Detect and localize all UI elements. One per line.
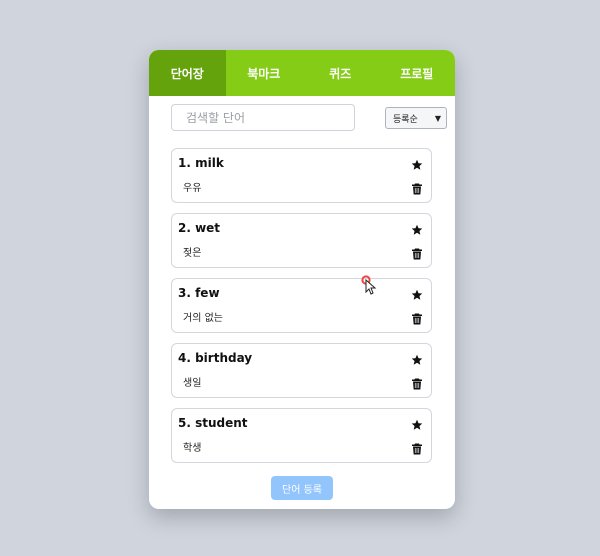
tab-quiz[interactable]: 퀴즈 [302,50,379,96]
word-title: 3. few [178,286,220,300]
trash-icon[interactable] [412,313,422,325]
tab-bookmarks[interactable]: 북마크 [226,50,303,96]
list-item: 5. student 학생 [171,408,432,463]
word-title: 5. student [178,416,248,430]
vocab-card: 단어장 북마크 퀴즈 프로필 등록순 ▼ 1. milk 우유 2. wet 젖… [149,50,455,509]
star-icon[interactable] [411,159,423,171]
sort-selected-label: 등록순 [393,114,418,125]
tab-profile[interactable]: 프로필 [379,50,456,96]
list-item: 4. birthday 생일 [171,343,432,398]
word-meaning: 거의 없는 [183,313,223,324]
trash-icon[interactable] [412,378,422,390]
tab-bar: 단어장 북마크 퀴즈 프로필 [149,50,455,96]
chevron-down-icon: ▼ [434,113,441,123]
word-title: 2. wet [178,221,221,235]
toolbar: 등록순 ▼ [171,104,447,131]
list-item: 3. few 거의 없는 [171,278,432,333]
word-meaning: 생일 [183,378,202,389]
sort-select[interactable]: 등록순 ▼ [385,107,447,129]
word-meaning: 젖은 [183,248,202,259]
trash-icon[interactable] [412,443,422,455]
list-item: 2. wet 젖은 [171,213,432,268]
word-title: 4. birthday [178,351,253,365]
register-word-button[interactable]: 단어 등록 [271,476,333,500]
search-input[interactable] [171,104,355,131]
star-icon[interactable] [411,224,423,236]
trash-icon[interactable] [412,248,422,260]
mouse-cursor-icon [361,275,377,295]
tab-wordbook[interactable]: 단어장 [149,50,226,96]
word-title: 1. milk [178,156,224,170]
trash-icon[interactable] [412,183,422,195]
word-meaning: 우유 [183,183,202,194]
list-item: 1. milk 우유 [171,148,432,203]
star-icon[interactable] [411,289,423,301]
star-icon[interactable] [411,419,423,431]
word-list: 1. milk 우유 2. wet 젖은 3. few 거의 없는 4. bir… [171,148,432,473]
word-meaning: 학생 [183,443,202,454]
star-icon[interactable] [411,354,423,366]
